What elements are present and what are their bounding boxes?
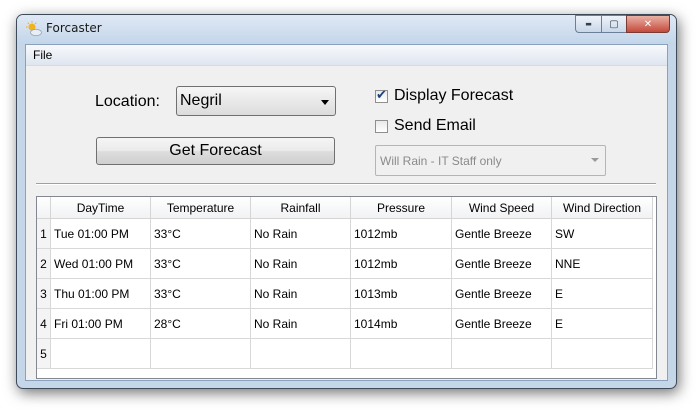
table-row[interactable]: 1 Tue 01:00 PM 33°C No Rain 1012mb Gentl… [37, 219, 653, 249]
maximize-button[interactable]: ▢ [601, 15, 626, 33]
menu-bar: File [26, 45, 667, 66]
minimize-icon: ▬ [585, 20, 592, 28]
row-number[interactable]: 2 [37, 249, 51, 279]
table-cell[interactable]: E [552, 309, 653, 339]
column-header[interactable]: DayTime [51, 197, 151, 219]
email-group-dropdown[interactable]: Will Rain - IT Staff only [375, 145, 606, 176]
column-header[interactable]: Temperature [151, 197, 251, 219]
app-window: Forcaster ▬ ▢ ✕ File Location: Negril Ge… [16, 14, 677, 389]
table-cell[interactable]: Gentle Breeze [452, 309, 552, 339]
dropdown-arrow-icon [591, 158, 599, 162]
checkmark-icon: ✔ [376, 87, 387, 103]
row-number[interactable]: 1 [37, 219, 51, 249]
column-header[interactable]: Rainfall [251, 197, 351, 219]
window-controls: ▬ ▢ ✕ [575, 15, 670, 34]
table-cell[interactable]: 33°C [151, 249, 251, 279]
close-button[interactable]: ✕ [626, 15, 670, 33]
get-forecast-button[interactable]: Get Forecast [96, 137, 335, 165]
table-cell[interactable]: SW [552, 219, 653, 249]
table-cell[interactable]: Tue 01:00 PM [51, 219, 151, 249]
table-cell[interactable]: No Rain [251, 279, 351, 309]
table-cell[interactable]: No Rain [251, 249, 351, 279]
row-number[interactable]: 3 [37, 279, 51, 309]
forecast-grid[interactable]: DayTime Temperature Rainfall Pressure Wi… [36, 196, 657, 379]
close-icon: ✕ [643, 18, 653, 30]
client-area: File Location: Negril Get Forecast ✔ Dis… [25, 44, 668, 381]
table-row[interactable]: 2 Wed 01:00 PM 33°C No Rain 1012mb Gentl… [37, 249, 653, 279]
row-number[interactable]: 4 [37, 309, 51, 339]
corner-header [37, 197, 51, 219]
column-header[interactable]: Wind Direction [552, 197, 653, 219]
column-header[interactable]: Wind Speed [452, 197, 552, 219]
table-cell[interactable] [251, 339, 351, 369]
send-email-label: Send Email [394, 117, 476, 134]
table-cell[interactable]: NNE [552, 249, 653, 279]
table-cell[interactable]: 1012mb [351, 249, 452, 279]
table-cell[interactable]: Thu 01:00 PM [51, 279, 151, 309]
table-cell[interactable] [351, 339, 452, 369]
display-forecast-label: Display Forecast [394, 87, 514, 104]
menu-file[interactable]: File [33, 48, 52, 62]
table-cell[interactable]: Fri 01:00 PM [51, 309, 151, 339]
column-header[interactable]: Pressure [351, 197, 452, 219]
display-forecast-checkbox[interactable]: ✔ [375, 87, 388, 103]
header-row: DayTime Temperature Rainfall Pressure Wi… [37, 197, 653, 219]
row-number[interactable]: 5 [37, 339, 51, 369]
maximize-icon: ▢ [609, 18, 619, 30]
table-cell[interactable]: No Rain [251, 309, 351, 339]
table-cell[interactable]: No Rain [251, 219, 351, 249]
table-cell[interactable]: Gentle Breeze [452, 219, 552, 249]
location-value: Negril [180, 92, 222, 109]
table-cell[interactable]: 33°C [151, 219, 251, 249]
table-cell[interactable] [452, 339, 552, 369]
table-row[interactable]: 4 Fri 01:00 PM 28°C No Rain 1014mb Gentl… [37, 309, 653, 339]
table-cell[interactable]: 1012mb [351, 219, 452, 249]
send-email-checkbox-row[interactable]: Send Email [375, 117, 476, 135]
display-forecast-checkbox-row[interactable]: ✔ Display Forecast [375, 87, 513, 105]
table-cell[interactable]: E [552, 279, 653, 309]
dropdown-arrow-icon [321, 100, 329, 105]
table-cell[interactable]: 28°C [151, 309, 251, 339]
table-cell[interactable] [552, 339, 653, 369]
title-bar[interactable]: Forcaster ▬ ▢ ✕ [17, 15, 676, 43]
table-row[interactable]: 3 Thu 01:00 PM 33°C No Rain 1013mb Gentl… [37, 279, 653, 309]
table-cell[interactable]: Gentle Breeze [452, 279, 552, 309]
table-cell[interactable]: Gentle Breeze [452, 249, 552, 279]
table-cell[interactable] [151, 339, 251, 369]
window-title: Forcaster [46, 21, 102, 35]
email-group-value: Will Rain - IT Staff only [380, 154, 502, 168]
separator [36, 183, 656, 185]
table-cell[interactable]: 33°C [151, 279, 251, 309]
weather-sun-cloud-icon [26, 21, 42, 37]
table-cell[interactable] [51, 339, 151, 369]
location-dropdown[interactable]: Negril [176, 86, 336, 116]
table-row[interactable]: 5 [37, 339, 653, 369]
send-email-checkbox[interactable] [375, 119, 388, 133]
location-label: Location: [95, 93, 160, 110]
table-cell[interactable]: Wed 01:00 PM [51, 249, 151, 279]
minimize-button[interactable]: ▬ [575, 15, 601, 33]
table-cell[interactable]: 1013mb [351, 279, 452, 309]
table-cell[interactable]: 1014mb [351, 309, 452, 339]
